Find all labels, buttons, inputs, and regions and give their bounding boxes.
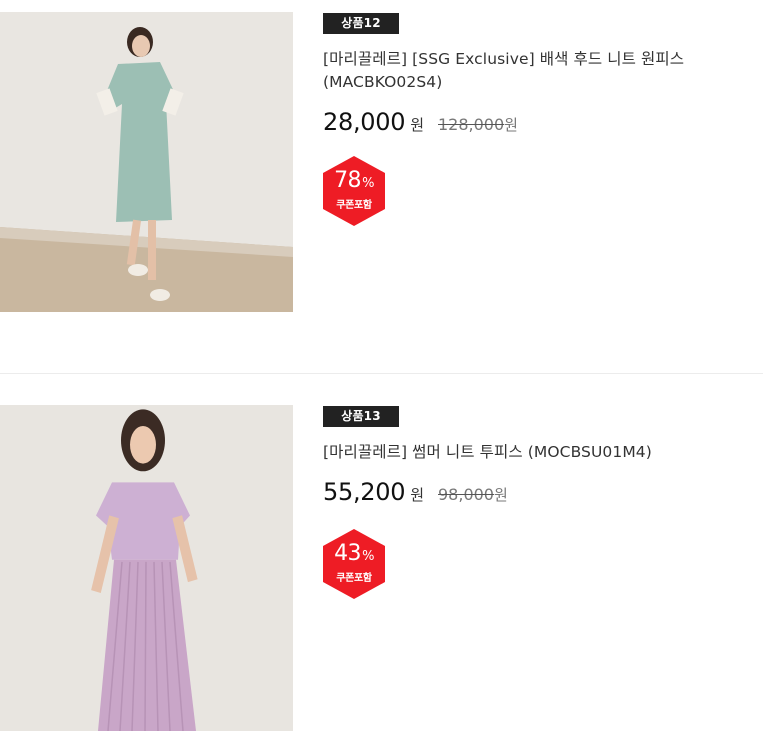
coupon-included-label: 쿠폰포함 (336, 200, 372, 211)
product-info: 상품13 [마리끌레르] 썸머 니트 투피스 (MOCBSU01M4) 55,2… (323, 405, 763, 512)
sale-price: 55,200 (323, 478, 406, 506)
discount-badge: 43% 쿠폰포함 (321, 528, 387, 600)
discount-unit: % (362, 176, 374, 191)
sale-price-currency: 원 (410, 486, 424, 504)
price-row: 55,200 원 98,000 원 (323, 478, 763, 512)
model-knit-dress-image (0, 12, 293, 312)
product-image[interactable] (0, 405, 293, 731)
product-card[interactable]: 상품12 [마리끌레르] [SSG Exclusive] 배색 후드 니트 원피… (0, 0, 763, 372)
product-image[interactable] (0, 12, 293, 312)
original-price: 128,000 (438, 115, 505, 134)
product-name-link[interactable]: [마리끌레르] [SSG Exclusive] 배색 후드 니트 원피스 (MA… (323, 48, 753, 94)
model-knit-twopiece-image (0, 405, 293, 731)
product-rank-badge: 상품12 (323, 13, 399, 34)
discount-percent: 78% (321, 169, 387, 196)
product-info: 상품12 [마리끌레르] [SSG Exclusive] 배색 후드 니트 원피… (323, 12, 763, 142)
original-price-currency: 원 (493, 486, 508, 504)
discount-value: 78 (334, 168, 362, 193)
product-rank-badge: 상품13 (323, 406, 399, 427)
original-price-currency: 원 (504, 116, 518, 134)
discount-percent: 43% (321, 542, 387, 569)
sale-price: 28,000 (323, 108, 406, 136)
price-row: 28,000 원 128,000 원 (323, 108, 763, 142)
original-price: 98,000 (438, 485, 494, 504)
discount-unit: % (362, 549, 374, 564)
coupon-included-label: 쿠폰포함 (336, 573, 372, 584)
discount-badge: 78% 쿠폰포함 (321, 155, 387, 227)
discount-value: 43 (334, 541, 362, 566)
sale-price-currency: 원 (410, 116, 424, 134)
product-card[interactable]: 상품13 [마리끌레르] 썸머 니트 투피스 (MOCBSU01M4) 55,2… (0, 374, 763, 731)
product-name-link[interactable]: [마리끌레르] 썸머 니트 투피스 (MOCBSU01M4) (323, 441, 753, 464)
